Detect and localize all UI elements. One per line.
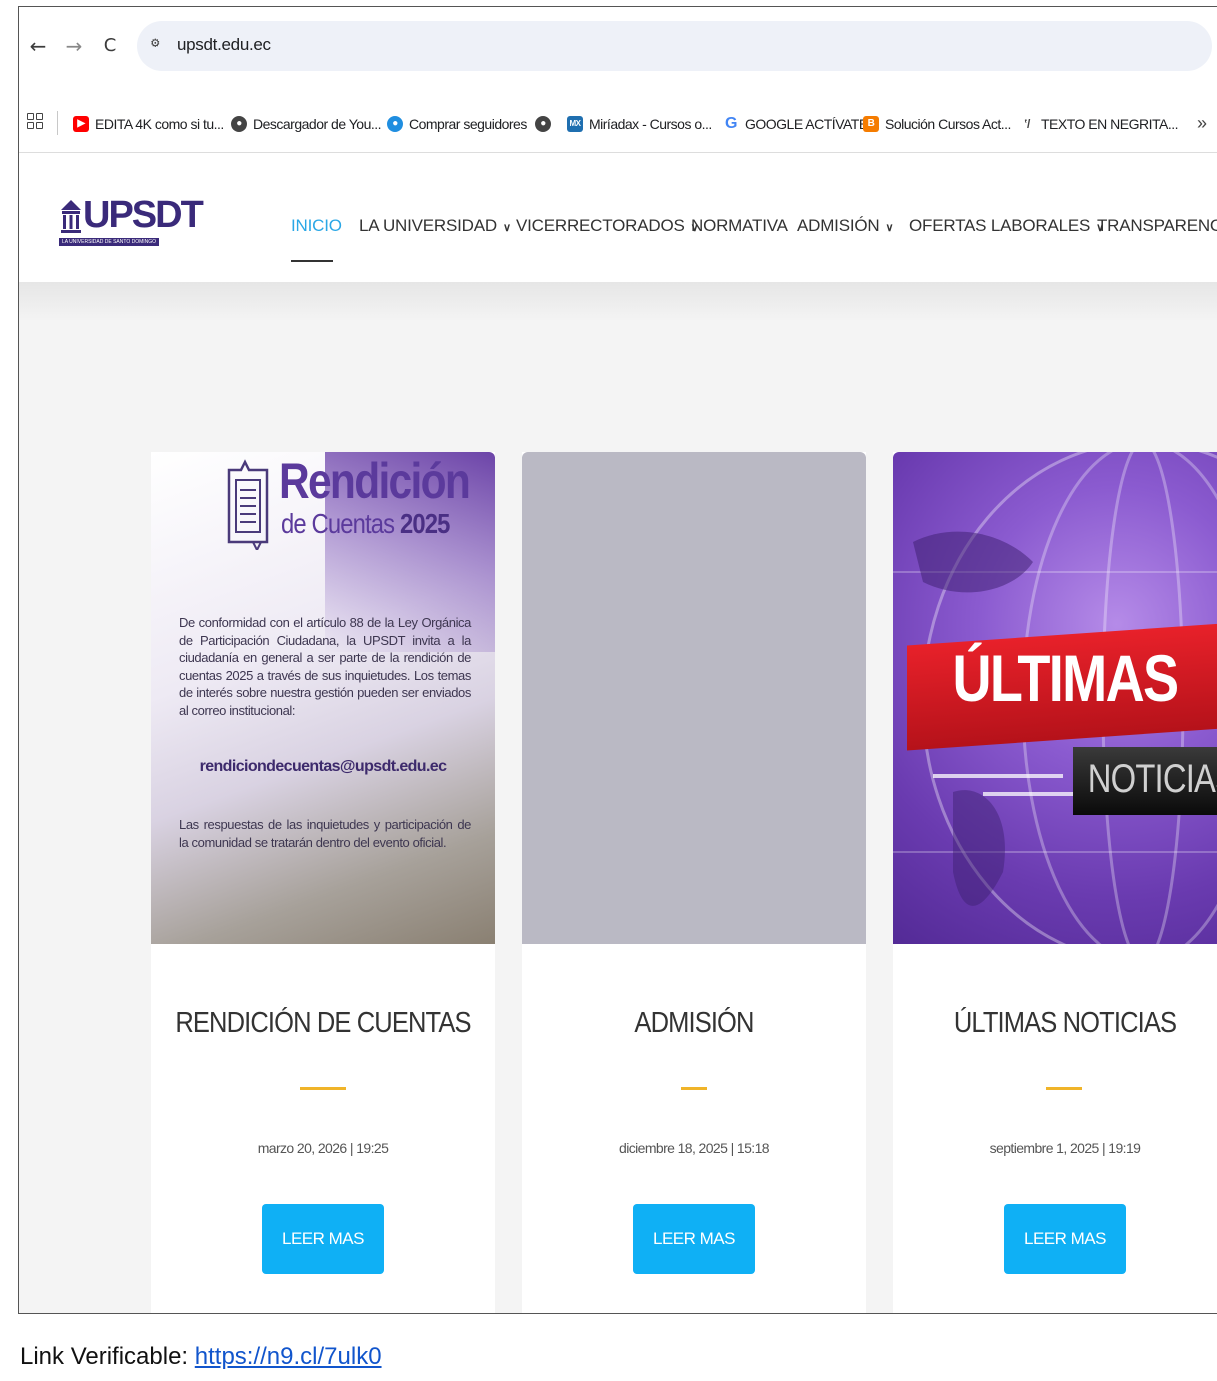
- menu-label: VICERRECTORADOS: [516, 216, 685, 235]
- menu-label: ADMISIÓN: [797, 216, 880, 235]
- text-icon: ‛/: [1024, 117, 1030, 131]
- card-title: RENDICIÓN DE CUENTAS: [175, 1007, 471, 1039]
- decorative-line: [983, 792, 1073, 796]
- leer-mas-button[interactable]: LEER MAS: [1004, 1204, 1126, 1274]
- card-image-placeholder[interactable]: [522, 452, 866, 944]
- card-date: diciembre 18, 2025 | 15:18: [619, 1140, 770, 1156]
- image-body-text: De conformidad con el artículo 88 de la …: [179, 615, 471, 718]
- document-icon: [227, 459, 269, 550]
- bookmark-edita-4k[interactable]: ▶ EDITA 4K como si tu...: [73, 113, 224, 135]
- card-title: ÚLTIMAS NOTICIAS: [953, 1007, 1177, 1039]
- decorative-line: [933, 774, 1063, 778]
- logo-subtitle: LA UNIVERSIDAD DE SANTO DOMINGO: [59, 238, 159, 246]
- menu-label: LA UNIVERSIDAD: [359, 216, 497, 235]
- verifiable-link-label: Link Verificable:: [20, 1343, 195, 1370]
- bookmark-descargador[interactable]: ● Descargador de You...: [231, 113, 382, 135]
- card-accent-bar: [1046, 1087, 1082, 1090]
- card-title: ADMISIÓN: [634, 1007, 754, 1039]
- menu-item-ofertas-laborales[interactable]: OFERTAS LABORALES ∨: [909, 216, 1104, 236]
- menu-item-vicerrectorados[interactable]: VICERRECTORADOS ∨: [516, 216, 699, 236]
- image-title: Rendición: [279, 453, 471, 509]
- image-email: rendiciondecuentas@upsdt.edu.ec: [199, 758, 447, 775]
- bookmark-comprar-seguidores[interactable]: ● Comprar seguidores: [387, 113, 527, 135]
- building-icon: [61, 200, 81, 233]
- bookmark-label: Comprar seguidores: [409, 116, 527, 132]
- active-menu-underline: [291, 260, 333, 262]
- menu-item-transparencia[interactable]: TRANSPARENCIA: [1097, 216, 1217, 236]
- image-subtitle: NOTICIAS: [1087, 757, 1217, 801]
- card-image-rendicion[interactable]: Rendición de Cuentas 2025 De conformidad…: [151, 452, 495, 944]
- verifiable-link[interactable]: https://n9.cl/7ulk0: [195, 1343, 382, 1370]
- card-accent-bar: [300, 1087, 346, 1090]
- globe-icon: ●: [231, 116, 247, 132]
- site-header: UPSDT LA UNIVERSIDAD DE SANTO DOMINGO IN…: [19, 154, 1217, 282]
- menu-label: INICIO: [291, 216, 342, 235]
- bookmark-label: TEXTO EN NEGRITA...: [1041, 116, 1179, 132]
- bookmark-label: EDITA 4K como si tu...: [95, 116, 224, 132]
- card-date: marzo 20, 2026 | 19:25: [257, 1140, 389, 1156]
- more-bookmarks-icon[interactable]: »: [1197, 113, 1207, 134]
- bookmark-miriadax[interactable]: MX Miríadax - Cursos o...: [567, 113, 712, 135]
- youtube-icon: ▶: [73, 116, 89, 132]
- card-accent-bar: [681, 1087, 707, 1090]
- menu-item-admision[interactable]: ADMISIÓN ∨: [797, 216, 894, 236]
- leer-mas-button[interactable]: LEER MAS: [262, 1204, 384, 1274]
- miriadax-icon: MX: [567, 116, 583, 132]
- image-title: ÚLTIMAS: [952, 641, 1179, 715]
- bookmark-label: Miríadax - Cursos o...: [589, 116, 712, 132]
- reload-icon[interactable]: C: [99, 35, 121, 57]
- menu-label: TRANSPARENCIA: [1097, 216, 1217, 235]
- menu-item-la-universidad[interactable]: LA UNIVERSIDAD ∨: [359, 216, 511, 236]
- card-image-noticias[interactable]: ÚLTIMAS NOTICIAS: [893, 452, 1217, 944]
- bookmark-label: GOOGLE ACTÍVATE: [745, 116, 868, 132]
- image-body-text-2: Las respuestas de las inquietudes y part…: [179, 817, 471, 850]
- address-bar-row: ← → C ⚙ upsdt.edu.ec ⚲ ☆: [19, 7, 1217, 91]
- bookmark-google-activate[interactable]: G GOOGLE ACTÍVATE: [723, 113, 868, 135]
- bookmarks-bar: ▶ EDITA 4K como si tu... ● Descargador d…: [19, 91, 1217, 153]
- browser-window: ← → C ⚙ upsdt.edu.ec ⚲ ☆ ▶ EDITA 4K como…: [18, 6, 1217, 1314]
- card-date: septiembre 1, 2025 | 19:19: [989, 1140, 1141, 1156]
- bookmark-globe[interactable]: ●: [535, 113, 557, 135]
- verifiable-link-line: Link Verificable: https://n9.cl/7ulk0: [20, 1343, 382, 1371]
- bookmark-label: Solución Cursos Act...: [885, 116, 1011, 132]
- apps-grid-icon[interactable]: [27, 113, 43, 129]
- globe-icon: ●: [535, 116, 551, 132]
- menu-label: OFERTAS LABORALES: [909, 216, 1091, 235]
- image-subtitle-year: 2025: [400, 508, 450, 539]
- bookmark-solucion-cursos[interactable]: B Solución Cursos Act...: [863, 113, 1011, 135]
- menu-item-normativa[interactable]: NORMATIVA: [691, 216, 788, 236]
- bookmark-texto-negrita[interactable]: ‛/ TEXTO EN NEGRITA...: [1019, 113, 1178, 135]
- chevron-down-icon: ∨: [885, 222, 894, 234]
- image-subtitle-text: de Cuentas: [281, 508, 400, 539]
- drop-icon: ●: [387, 116, 403, 132]
- card-ultimas-noticias: ÚLTIMAS NOTICIAS ÚLTIMAS NOTICIAS septie…: [893, 452, 1217, 1313]
- bookmarks-separator: [57, 111, 58, 135]
- menu-item-inicio[interactable]: INICIO: [291, 216, 342, 236]
- blogger-icon: B: [863, 116, 879, 132]
- google-icon: G: [725, 115, 737, 132]
- image-subtitle: de Cuentas 2025: [281, 508, 450, 540]
- url-bar[interactable]: ⚙ upsdt.edu.ec ⚲ ☆: [137, 21, 1212, 71]
- card-rendicion-de-cuentas: Rendición de Cuentas 2025 De conformidad…: [151, 452, 495, 1313]
- back-icon[interactable]: ←: [27, 35, 49, 57]
- site-logo[interactable]: UPSDT LA UNIVERSIDAD DE SANTO DOMINGO: [59, 194, 204, 250]
- forward-icon[interactable]: →: [63, 35, 85, 57]
- bookmark-label: Descargador de You...: [253, 116, 382, 132]
- leer-mas-button[interactable]: LEER MAS: [633, 1204, 755, 1274]
- logo-text: UPSDT: [83, 194, 204, 236]
- menu-label: NORMATIVA: [691, 216, 788, 235]
- card-admision: ADMISIÓN diciembre 18, 2025 | 15:18 LEER…: [522, 452, 866, 1313]
- main-content: Rendición de Cuentas 2025 De conformidad…: [19, 282, 1217, 1313]
- site-info-icon[interactable]: ⚙: [151, 35, 159, 51]
- chevron-down-icon: ∨: [502, 222, 511, 234]
- url-text[interactable]: upsdt.edu.ec: [177, 35, 271, 55]
